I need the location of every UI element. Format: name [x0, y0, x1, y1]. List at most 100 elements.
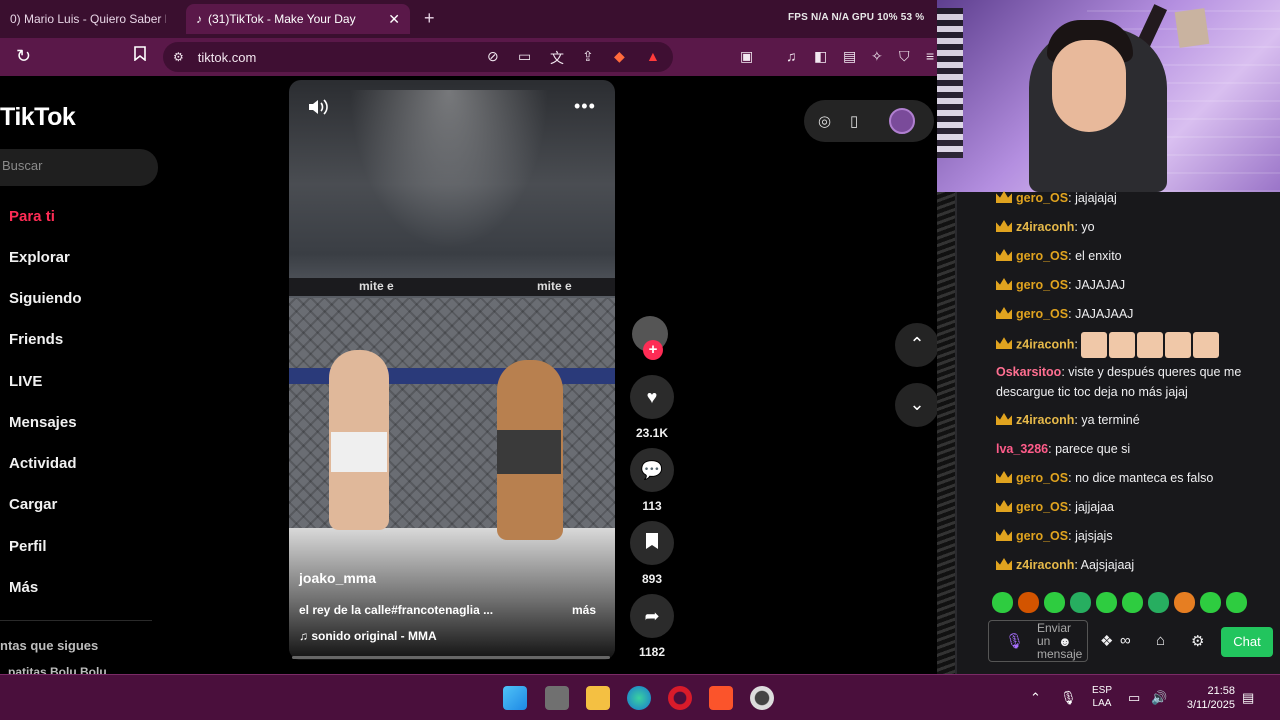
nav-actividad[interactable]: Actividad — [9, 455, 77, 472]
chat-border-decoration — [937, 192, 955, 674]
speaker-icon[interactable]: 🔊 — [1151, 690, 1167, 706]
brave-rewards-icon[interactable]: ▲ — [646, 48, 660, 64]
network-icon[interactable]: ▭ — [1128, 690, 1140, 706]
next-video-button[interactable]: ⌄ — [895, 383, 939, 427]
sidebar-icon[interactable]: ◧ — [814, 48, 827, 65]
hype-icon[interactable]: ∞ — [1120, 632, 1131, 649]
reader-mode-icon[interactable]: ▣ — [740, 48, 753, 65]
nav-perfil[interactable]: Perfil — [9, 538, 47, 555]
video-progress-bar[interactable] — [292, 656, 610, 659]
nav-para-ti[interactable]: Para ti — [9, 208, 55, 225]
show-hidden-icons[interactable]: ⌃ — [1030, 690, 1041, 706]
search-input[interactable]: Buscar — [0, 149, 158, 186]
address-bar[interactable]: ⚙ tiktok.com — [163, 42, 673, 72]
nav-friends[interactable]: Friends — [9, 331, 63, 348]
task-view-icon[interactable] — [545, 686, 569, 710]
chat-username[interactable]: Oskarsitoo — [996, 365, 1061, 379]
chat-input[interactable]: Enviar un mensaje — [988, 620, 1088, 662]
chat-username[interactable]: gero_OS — [1016, 249, 1068, 263]
emote-icon[interactable] — [1070, 592, 1091, 613]
emote-icon[interactable] — [1200, 592, 1221, 613]
tiktok-tab-icon: ♪ — [196, 12, 202, 26]
chat-username[interactable]: gero_OS — [1016, 278, 1068, 292]
windows-start-icon[interactable] — [503, 686, 527, 710]
notification-icon[interactable]: ▤ — [1242, 690, 1254, 706]
clock-date: 3/11/2025 — [1186, 699, 1235, 711]
microphone-tray-icon[interactable]: 🎙 — [1060, 690, 1077, 706]
site-settings-icon[interactable]: ⚙ — [173, 50, 184, 64]
wallet-icon[interactable]: ▤ — [843, 48, 856, 65]
share-button[interactable]: ➦ — [630, 594, 674, 638]
bookmark-icon[interactable] — [134, 46, 146, 65]
chat-emote — [1165, 332, 1192, 358]
emote-icon[interactable] — [1044, 592, 1065, 613]
brave-shields-icon[interactable]: ◆ — [614, 48, 625, 65]
language-indicator[interactable]: ESP LAA — [1092, 684, 1112, 710]
volume-icon[interactable] — [308, 98, 330, 121]
obs-icon[interactable] — [750, 686, 774, 710]
caption-more-link[interactable]: más — [572, 603, 596, 617]
nav-mensajes[interactable]: Mensajes — [9, 414, 77, 431]
leo-ai-icon[interactable]: ✧ — [871, 48, 883, 65]
system-clock[interactable]: 21:58 3/11/2025 — [1183, 684, 1235, 712]
chat-username[interactable]: z4iraconh — [1016, 337, 1074, 351]
browser-tab-tiktok[interactable]: ♪ (31)TikTok - Make Your Day ✕ — [186, 4, 410, 34]
vpn-icon[interactable]: ⛉ — [899, 48, 910, 65]
chat-username[interactable]: z4iraconh — [1016, 413, 1074, 427]
chat-username[interactable]: gero_OS — [1016, 471, 1068, 485]
bits-icon[interactable]: ❖ — [1100, 632, 1113, 650]
chat-username[interactable]: gero_OS — [1016, 529, 1068, 543]
settings-gear-icon[interactable]: ⚙ — [1191, 632, 1204, 650]
chat-username[interactable]: gero_OS — [1016, 500, 1068, 514]
emoji-icon[interactable]: ☻ — [1058, 634, 1072, 649]
video-author[interactable]: joako_mma — [299, 570, 376, 586]
more-options-icon[interactable]: ••• — [574, 96, 596, 117]
browser-tab-youtube[interactable]: 0) Mario Luis - Quiero Saber De Ti — [0, 4, 176, 34]
like-button[interactable]: ♥ — [630, 375, 674, 419]
profile-avatar[interactable] — [889, 108, 915, 134]
chat-username[interactable]: z4iraconh — [1016, 220, 1074, 234]
share-icon[interactable]: ⇪ — [582, 48, 594, 65]
crown-badge-icon — [996, 220, 1012, 232]
emote-icon[interactable] — [1096, 592, 1117, 613]
emote-icon[interactable] — [1122, 592, 1143, 613]
emote-icon[interactable] — [1148, 592, 1169, 613]
emote-icon[interactable] — [992, 592, 1013, 613]
cast-icon[interactable]: ▭ — [518, 48, 531, 65]
file-explorer-icon[interactable] — [586, 686, 610, 710]
previous-video-button[interactable]: ⌃ — [895, 323, 939, 367]
nav-explorar[interactable]: Explorar — [9, 249, 70, 266]
nav-siguiendo[interactable]: Siguiendo — [9, 290, 82, 307]
tiktok-logo[interactable]: TikTok — [0, 103, 76, 132]
nav-cargar[interactable]: Cargar — [9, 496, 57, 513]
translate-icon[interactable]: 文 — [550, 48, 564, 68]
emote-icon[interactable] — [1018, 592, 1039, 613]
device-icon[interactable]: ▯ — [850, 112, 858, 130]
send-chat-button[interactable]: Chat — [1221, 627, 1273, 657]
new-tab-button[interactable]: + — [424, 8, 435, 29]
nav-live[interactable]: LIVE — [9, 373, 42, 390]
chat-username[interactable]: gero_OS — [1016, 307, 1068, 321]
chat-message: z4iraconh: Aajsjajaaj — [996, 555, 1266, 575]
store-icon[interactable]: ⌂ — [1156, 632, 1165, 649]
nav-mas[interactable]: Más — [9, 579, 38, 596]
save-button[interactable] — [630, 521, 674, 565]
close-tab-icon[interactable]: ✕ — [388, 11, 400, 28]
emote-icon[interactable] — [1174, 592, 1195, 613]
opera-icon[interactable] — [668, 686, 692, 710]
emote-icon[interactable] — [1226, 592, 1247, 613]
chat-username[interactable]: z4iraconh — [1016, 558, 1074, 572]
video-sound[interactable]: ♫ sonido original - MMA — [299, 629, 437, 643]
no-camera-icon[interactable]: ⊘ — [487, 48, 499, 65]
microphone-icon[interactable]: 🎙 — [1005, 632, 1024, 650]
follow-button[interactable]: + — [643, 340, 663, 360]
chat-username[interactable]: lva_3286 — [996, 442, 1048, 456]
media-icon[interactable]: ♫ — [786, 48, 797, 64]
tiktok-coin-icon[interactable]: ◎ — [818, 112, 831, 130]
brave-browser-icon[interactable] — [709, 686, 733, 710]
chat-username[interactable]: gero_OS — [1016, 191, 1068, 205]
reload-icon[interactable]: ↻ — [16, 46, 31, 67]
edge-icon[interactable] — [627, 686, 651, 710]
menu-icon[interactable]: ≡ — [926, 48, 934, 64]
comment-button[interactable]: 💬 — [630, 448, 674, 492]
